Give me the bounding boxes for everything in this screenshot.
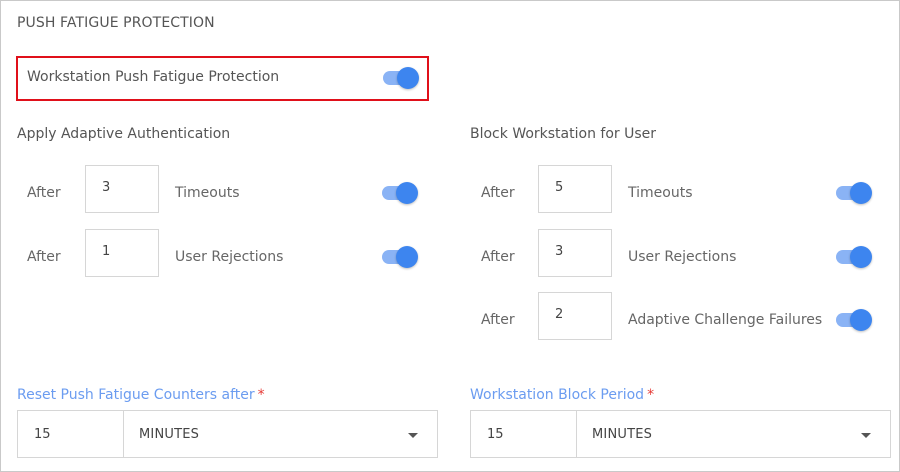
- block-challenge-label: Adaptive Challenge Failures: [628, 312, 823, 328]
- block-period-label-text: Workstation Block Period: [470, 387, 645, 403]
- block-timeouts-label: Timeouts: [628, 185, 693, 201]
- main-toggle-label: Workstation Push Fatigue Protection: [27, 69, 280, 85]
- block-period-label: Workstation Block Period *: [470, 387, 654, 403]
- toggle-knob: [850, 309, 872, 331]
- block-rejections-prefix: After: [481, 249, 515, 265]
- toggle-knob: [396, 246, 418, 268]
- block-challenge-prefix: After: [481, 312, 515, 328]
- chevron-down-icon[interactable]: [408, 433, 418, 438]
- adaptive-timeouts-toggle[interactable]: [380, 182, 418, 204]
- block-challenge-toggle[interactable]: [834, 309, 872, 331]
- adaptive-timeouts-prefix: After: [27, 185, 61, 201]
- reset-counters-unit-select[interactable]: MINUTES: [139, 427, 199, 442]
- block-timeouts-toggle[interactable]: [834, 182, 872, 204]
- adaptive-rejections-input[interactable]: 1: [85, 229, 159, 277]
- block-challenge-input[interactable]: 2: [538, 292, 612, 340]
- section-title: PUSH FATIGUE PROTECTION: [17, 15, 215, 31]
- block-timeouts-input[interactable]: 5: [538, 165, 612, 213]
- toggle-knob: [396, 182, 418, 204]
- reset-counters-label: Reset Push Fatigue Counters after *: [17, 387, 265, 403]
- adaptive-heading: Apply Adaptive Authentication: [17, 126, 231, 142]
- toggle-knob: [850, 182, 872, 204]
- block-rejections-input[interactable]: 3: [538, 229, 612, 277]
- adaptive-timeouts-label: Timeouts: [175, 185, 240, 201]
- reset-counters-group: 15 MINUTES: [17, 410, 438, 458]
- settings-panel: PUSH FATIGUE PROTECTION Workstation Push…: [0, 0, 900, 472]
- block-period-unit-select[interactable]: MINUTES: [592, 427, 652, 442]
- chevron-down-icon[interactable]: [861, 433, 871, 438]
- block-timeouts-prefix: After: [481, 185, 515, 201]
- block-rejections-toggle[interactable]: [834, 246, 872, 268]
- adaptive-timeouts-input[interactable]: 3: [85, 165, 159, 213]
- block-period-value-input[interactable]: 15: [471, 411, 577, 457]
- block-heading: Block Workstation for User: [470, 126, 657, 142]
- toggle-knob: [850, 246, 872, 268]
- reset-counters-value-input[interactable]: 15: [18, 411, 124, 457]
- required-asterisk: *: [257, 387, 265, 403]
- toggle-knob: [397, 67, 419, 89]
- adaptive-rejections-prefix: After: [27, 249, 61, 265]
- block-rejections-label: User Rejections: [628, 249, 737, 265]
- reset-counters-label-text: Reset Push Fatigue Counters after: [17, 387, 255, 403]
- required-asterisk: *: [647, 387, 655, 403]
- main-push-fatigue-toggle[interactable]: [381, 67, 419, 89]
- adaptive-rejections-toggle[interactable]: [380, 246, 418, 268]
- block-period-group: 15 MINUTES: [470, 410, 891, 458]
- adaptive-rejections-label: User Rejections: [175, 249, 284, 265]
